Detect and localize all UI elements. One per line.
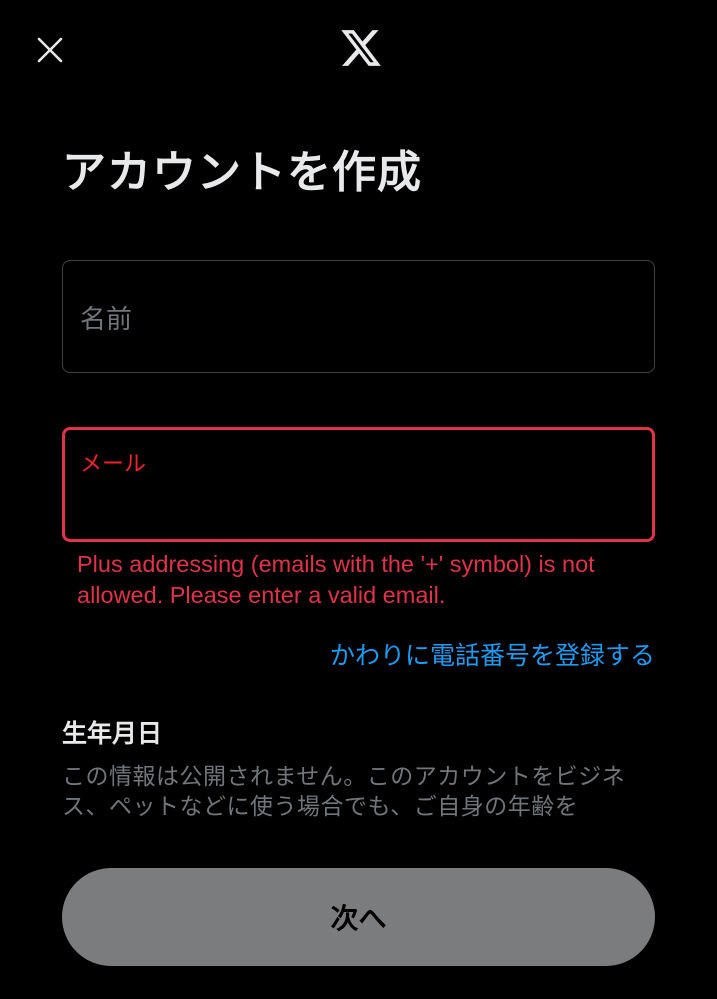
- email-label: メール: [80, 452, 147, 477]
- birthday-description: この情報は公開されません。このアカウントをビジネス、ペットなどに使う場合でも、ご…: [62, 764, 626, 820]
- page-title: アカウントを作成: [62, 147, 422, 198]
- use-phone-link[interactable]: かわりに電話番号を登録する: [330, 636, 655, 672]
- email-input[interactable]: [80, 491, 637, 525]
- birthday-heading: 生年月日: [62, 719, 163, 748]
- name-field[interactable]: 名前: [62, 260, 655, 373]
- next-button[interactable]: 次へ: [62, 868, 655, 966]
- close-button[interactable]: [30, 30, 70, 70]
- name-placeholder: 名前: [80, 305, 133, 335]
- close-icon: [37, 37, 63, 63]
- x-logo-icon: [341, 30, 381, 66]
- email-error-message: Plus addressing (emails with the '+' sym…: [77, 551, 595, 608]
- email-field[interactable]: メール: [62, 427, 655, 542]
